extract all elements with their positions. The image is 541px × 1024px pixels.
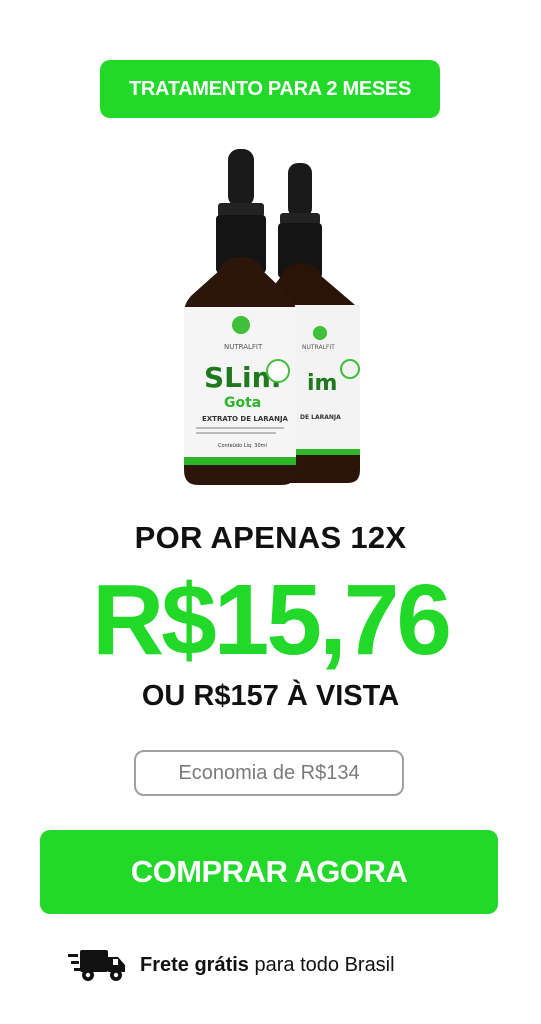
- product-image: NUTRALFIT im DE LARANJA NUTRALFIT SLim G…: [184, 149, 360, 485]
- badge-label: TRATAMENTO PARA 2 MESES: [128, 77, 411, 100]
- product-extract: EXTRATO DE LARANJA: [202, 415, 289, 423]
- product-brand: NUTRALFIT: [224, 343, 263, 351]
- product-subname: Gota: [224, 395, 261, 411]
- free-shipping: Frete grátis para todo Brasil: [68, 946, 395, 984]
- installments-text: POR APENAS 12X: [134, 520, 407, 555]
- svg-text:im: im: [307, 371, 337, 396]
- buy-now-label: COMPRAR AGORA: [130, 854, 408, 889]
- shipping-rest: para todo Brasil: [248, 953, 395, 976]
- price: R$15,76: [91, 564, 452, 676]
- truck-icon: [68, 950, 125, 981]
- front-bottle: NUTRALFIT SLim Gota EXTRATO DE LARANJA C…: [184, 149, 296, 485]
- svg-text:DE LARANJA: DE LARANJA: [300, 414, 341, 421]
- product-volume: Conteúdo Líq. 30ml: [218, 442, 267, 449]
- economy-label: Economia de R$134: [178, 761, 360, 784]
- cash-price: OU R$157 À VISTA: [141, 680, 400, 712]
- shipping-bold: Frete grátis: [140, 953, 249, 976]
- shipping-text: Frete grátis para todo Brasil: [140, 954, 395, 977]
- treatment-badge: TRATAMENTO PARA 2 MESES: [100, 60, 440, 118]
- buy-now-button[interactable]: COMPRAR AGORA: [40, 830, 498, 914]
- economy-badge: Economia de R$134: [134, 750, 404, 796]
- svg-text:NUTRALFIT: NUTRALFIT: [302, 344, 335, 351]
